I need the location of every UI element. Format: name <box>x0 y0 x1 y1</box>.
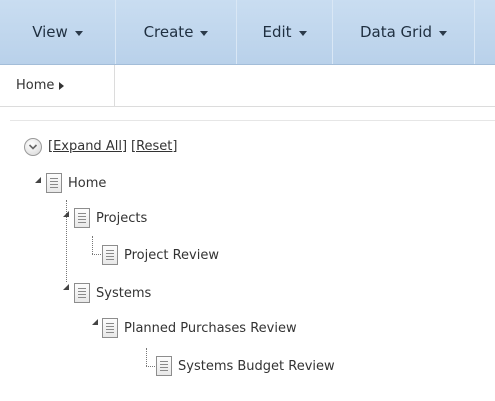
tree-node-systems[interactable]: Systems <box>74 283 151 303</box>
tree-node-label: Projects <box>96 210 148 226</box>
tree-node-label: Project Review <box>124 247 219 263</box>
chevron-right-icon <box>59 81 65 90</box>
chevron-down-icon <box>439 30 448 36</box>
divider <box>10 120 495 121</box>
create-menu[interactable]: Create <box>116 0 237 64</box>
document-icon <box>156 356 172 376</box>
view-menu-label: View <box>32 23 68 41</box>
top-menu-bar: View Create Edit Data Grid <box>0 0 495 65</box>
document-icon <box>74 208 90 228</box>
tree-node-systems-budget-review[interactable]: Systems Budget Review <box>156 356 335 376</box>
tree-node-home[interactable]: Home <box>46 173 106 193</box>
view-menu[interactable]: View <box>0 0 116 64</box>
tree-node-label: Planned Purchases Review <box>124 320 297 336</box>
breadcrumb: Home <box>0 65 495 107</box>
data-grid-menu-label: Data Grid <box>359 23 433 41</box>
chevron-down-icon <box>74 30 83 36</box>
collapse-toggle-icon[interactable] <box>24 138 42 156</box>
tree-connector <box>146 348 147 366</box>
edit-menu-label: Edit <box>262 23 292 41</box>
expand-toggle-icon[interactable] <box>63 211 69 217</box>
breadcrumb-home[interactable]: Home <box>0 65 115 106</box>
expand-toggle-icon[interactable] <box>63 284 69 290</box>
expand-toggle-icon[interactable] <box>92 319 98 325</box>
tree-controls: [Expand All] [Reset] <box>48 139 177 154</box>
tree-connector <box>146 366 155 367</box>
data-grid-menu[interactable]: Data Grid <box>333 0 475 64</box>
tree-node-projects[interactable]: Projects <box>74 208 147 228</box>
document-icon <box>102 318 118 338</box>
document-icon <box>46 173 62 193</box>
document-icon <box>102 245 118 265</box>
reset-link[interactable]: [Reset] <box>131 139 177 154</box>
tree-node-project-review[interactable]: Project Review <box>102 245 219 265</box>
tree-node-label: Home <box>68 175 107 191</box>
chevron-down-icon <box>298 30 307 36</box>
create-menu-label: Create <box>143 23 194 41</box>
tree-connector <box>92 236 93 254</box>
expand-all-link[interactable]: [Expand All] <box>48 139 127 154</box>
breadcrumb-home-label: Home <box>16 78 55 93</box>
chevron-down-icon <box>200 30 209 36</box>
document-icon <box>74 283 90 303</box>
expand-toggle-icon[interactable] <box>35 177 41 183</box>
tree-node-label: Systems <box>96 285 152 301</box>
tree-node-label: Systems Budget Review <box>178 358 335 374</box>
edit-menu[interactable]: Edit <box>237 0 333 64</box>
tree-connector <box>92 254 101 255</box>
tree-node-planned-purchases-review[interactable]: Planned Purchases Review <box>102 318 297 338</box>
